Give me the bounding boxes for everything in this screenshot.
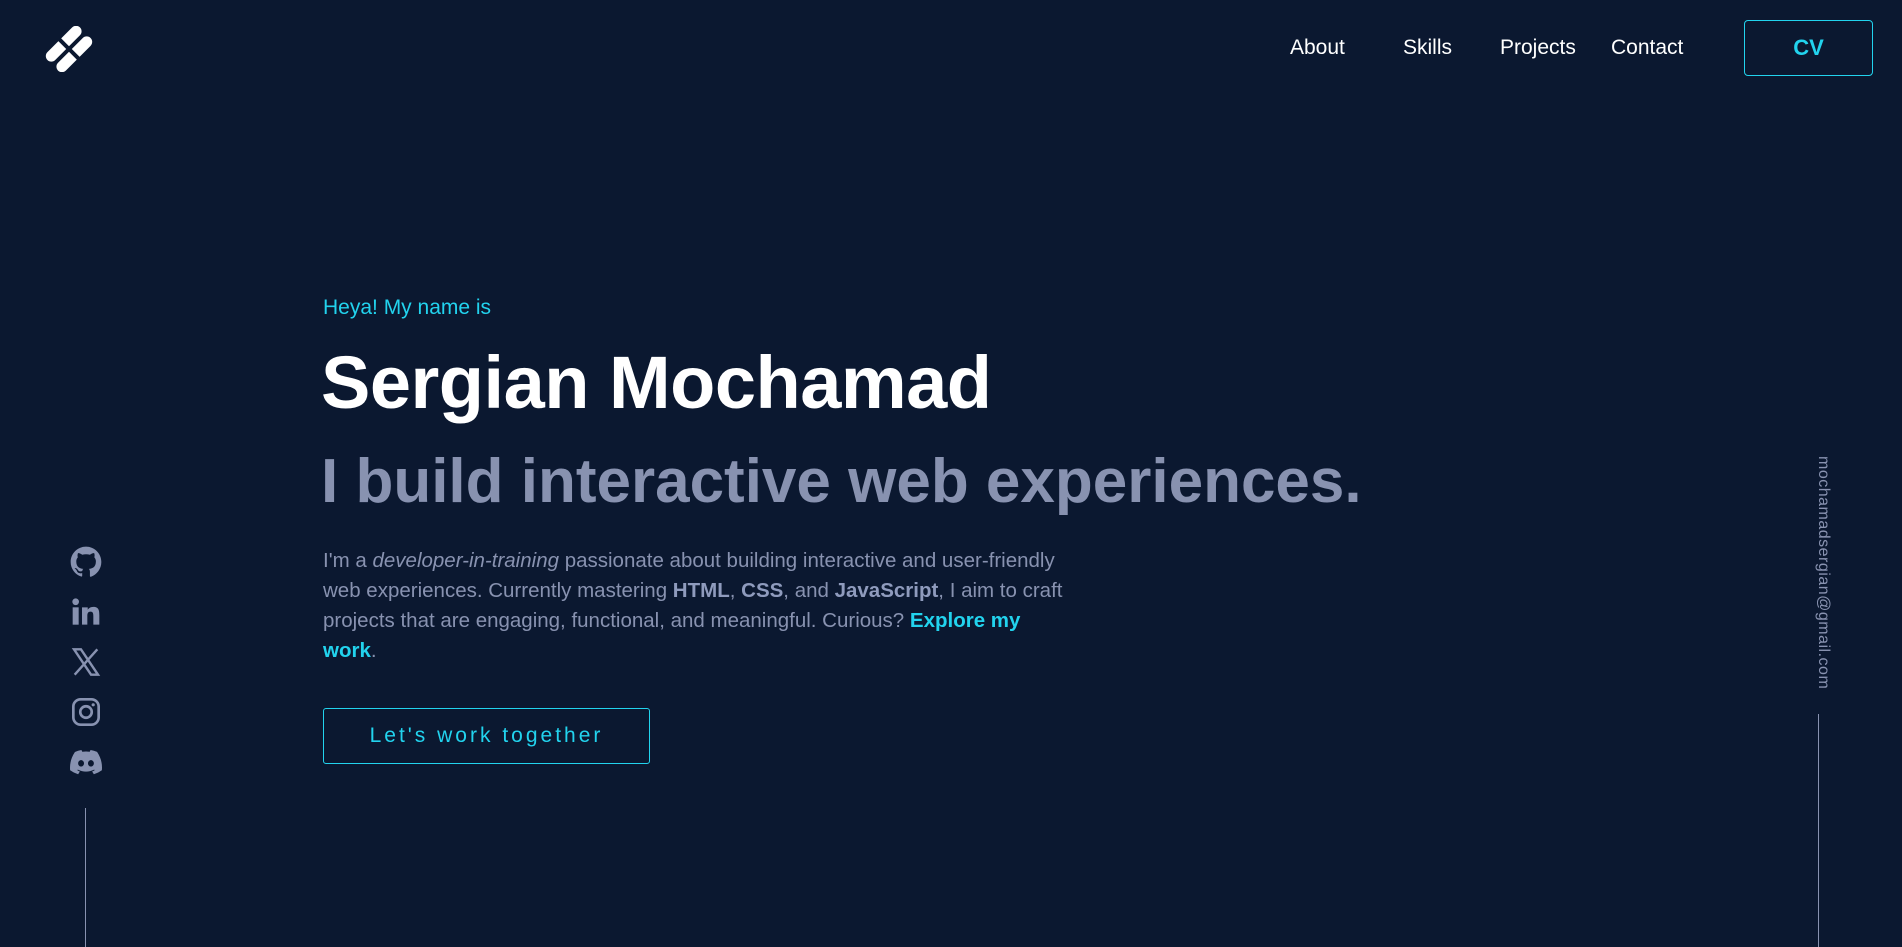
github-icon[interactable]: [69, 546, 103, 578]
intro-sep-1: ,: [729, 579, 742, 602]
logo-icon[interactable]: [44, 25, 94, 73]
instagram-icon[interactable]: [69, 696, 103, 728]
nav-item-skills[interactable]: Skills: [1403, 36, 1452, 60]
social-links: [68, 546, 104, 778]
intro-end: .: [370, 639, 377, 662]
linkedin-icon[interactable]: [69, 596, 103, 628]
hero-tagline: I build interactive web experiences.: [321, 447, 1362, 516]
intro-html: HTML: [672, 579, 730, 602]
email-link[interactable]: mochamadsergian@gmail.com: [1810, 456, 1832, 696]
page: About Skills Projects Contact CV Heya! M…: [0, 0, 1902, 947]
greeting: Heya! My name is: [323, 296, 492, 319]
left-rail-line: [85, 808, 86, 947]
nav-item-contact[interactable]: Contact: [1611, 36, 1683, 60]
x-icon[interactable]: [69, 646, 103, 678]
intro-role: developer-in-training: [372, 549, 559, 572]
nav-item-projects[interactable]: Projects: [1500, 36, 1576, 60]
discord-icon-svg: [70, 750, 103, 775]
intro-paragraph: I'm a developer-in-training passionate a…: [323, 546, 1063, 666]
nav-item-about[interactable]: About: [1290, 36, 1345, 60]
right-rail-line: [1818, 714, 1819, 947]
cv-button[interactable]: CV: [1744, 20, 1873, 76]
intro-text-1: I'm a: [323, 549, 373, 572]
github-icon-svg: [70, 546, 102, 577]
hero-name: Sergian Mochamad: [321, 341, 992, 424]
linkedin-icon-svg: [72, 598, 100, 625]
logo-icon-svg: [45, 25, 93, 73]
work-together-button[interactable]: Let's work together: [323, 708, 650, 764]
intro-js: JavaScript: [834, 579, 939, 602]
discord-icon[interactable]: [69, 746, 103, 778]
intro-sep-2: , and: [783, 579, 835, 602]
instagram-icon-svg: [72, 698, 100, 726]
intro-css: CSS: [741, 579, 784, 602]
x-icon-svg: [71, 648, 101, 676]
